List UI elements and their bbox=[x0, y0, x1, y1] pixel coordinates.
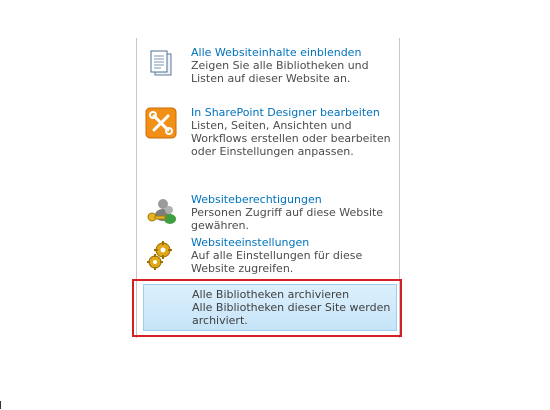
edge-mark bbox=[0, 401, 1, 409]
menu-item-site-settings[interactable]: Websiteeinstellungen Auf alle Einstellun… bbox=[137, 236, 399, 278]
people-keys-icon bbox=[145, 196, 177, 228]
document-list-icon bbox=[145, 48, 177, 80]
menu-item-title: Websiteeinstellungen bbox=[191, 236, 310, 249]
menu-item-site-permissions[interactable]: Websiteberechtigungen Personen Zugriff a… bbox=[137, 190, 399, 232]
gears-icon bbox=[145, 240, 177, 272]
highlight-annotation-box bbox=[132, 279, 402, 337]
menu-item-view-all-site-content[interactable]: Alle Websiteinhalte einblenden Zeigen Si… bbox=[137, 42, 399, 98]
menu-item-description: Auf alle Einstellungen für diese Website… bbox=[191, 249, 363, 275]
menu-item-title: Alle Websiteinhalte einblenden bbox=[191, 46, 362, 59]
menu-item-description: Personen Zugriff auf diese Website gewäh… bbox=[191, 206, 384, 232]
menu-item-description: Zeigen Sie alle Bibliotheken und Listen … bbox=[191, 59, 369, 85]
menu-item-title: In SharePoint Designer bearbeiten bbox=[191, 106, 380, 119]
menu-item-edit-in-sharepoint-designer[interactable]: In SharePoint Designer bearbeiten Listen… bbox=[137, 102, 399, 188]
menu-item-title: Websiteberechtigungen bbox=[191, 193, 322, 206]
menu-item-description: Listen, Seiten, Ansichten und Workflows … bbox=[191, 119, 391, 158]
sharepoint-designer-icon bbox=[145, 107, 177, 139]
